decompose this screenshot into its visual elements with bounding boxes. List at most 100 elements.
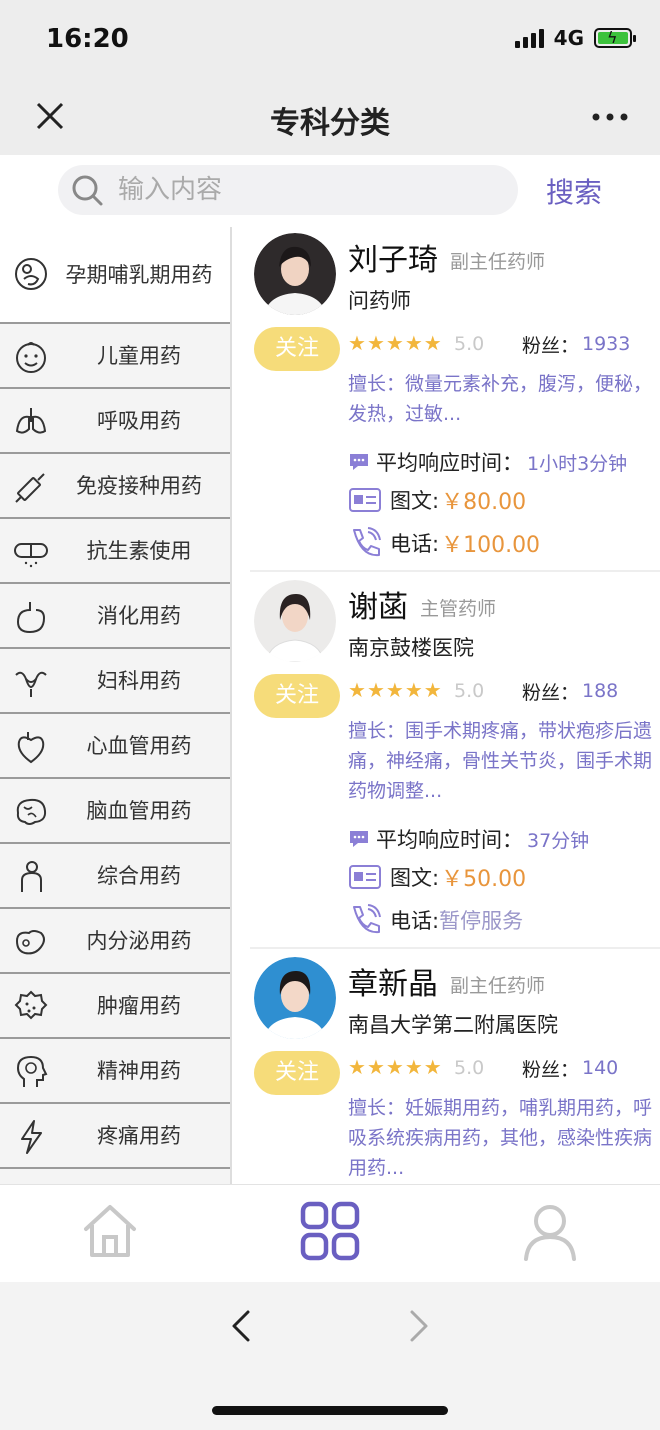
text-consult-row[interactable]: 图文: ￥80.00 (348, 483, 526, 517)
signal-icon (514, 28, 544, 48)
phone-icon (353, 527, 381, 557)
category-label: 儿童用药 (97, 343, 181, 368)
category-item-endocrine[interactable]: 内分泌用药 (0, 909, 230, 974)
id-card-icon (349, 488, 381, 512)
syringe-icon (15, 473, 45, 503)
home-icon[interactable] (78, 1199, 142, 1263)
lightning-icon (21, 1120, 42, 1154)
response-time-value: 1小时3分钟 (527, 452, 628, 475)
profile-icon[interactable] (518, 1199, 582, 1263)
fans-count: 140 (582, 1057, 619, 1079)
more-icon[interactable] (590, 102, 630, 132)
category-label: 孕期哺乳期用药 (65, 262, 213, 287)
response-time-row: 平均响应时间： 1小时3分钟 (348, 445, 627, 479)
follow-button[interactable]: 关注 (254, 1051, 340, 1095)
category-label: 心血管用药 (86, 733, 192, 758)
doctor-list: 刘子琦 副主任药师 问药师 关注 ★ ★ ★ ★ ★ 5.0 粉丝： 1933 擅长：微… (232, 227, 660, 1184)
category-item-general[interactable]: 综合用药 (0, 844, 230, 909)
doctor-specialty: 擅长：围手术期疼痛，带状疱疹后遗痛，神经痛，骨性关节炎，围手术期药物调整... (348, 720, 653, 802)
text-consult-label: 图文: (390, 489, 440, 513)
category-item-psychiatric[interactable]: 精神用药 (0, 1039, 230, 1104)
doctor-name: 刘子琦 (348, 243, 438, 278)
chat-bubble-icon (350, 454, 368, 470)
tab-bar (0, 1184, 660, 1282)
network-type: 4G (553, 26, 584, 50)
category-item-pregnancy[interactable]: 孕期哺乳期用药 (0, 227, 230, 324)
rating-stars: ★ ★ ★ ★ ★ (348, 1055, 442, 1079)
phone-consult-label: 电话: (390, 532, 440, 556)
tumor-cell-icon (14, 990, 48, 1020)
status-indicators: 4G ϟ (514, 26, 636, 50)
category-label: 肿瘤用药 (97, 993, 181, 1018)
text-consult-row[interactable]: 图文: ￥50.00 (348, 860, 526, 894)
search-box[interactable] (58, 165, 518, 215)
response-label: 平均响应时间： (376, 451, 523, 475)
doctor-name: 章新晶 (348, 967, 438, 1002)
rating-value: 5.0 (454, 333, 485, 355)
battery-icon: ϟ (594, 28, 636, 48)
response-time-value: 37分钟 (527, 829, 590, 852)
category-label: 精神用药 (97, 1058, 181, 1083)
search-area: 搜索 (0, 155, 660, 227)
fans-label: 粉丝： (522, 682, 580, 704)
category-label: 免疫接种用药 (76, 473, 202, 498)
category-item-cerebrovascular[interactable]: 脑血管用药 (0, 779, 230, 844)
search-icon (72, 175, 103, 206)
back-arrow-icon[interactable] (226, 1308, 256, 1344)
category-item-cardiovascular[interactable]: 心血管用药 (0, 714, 230, 779)
category-item-children[interactable]: 儿童用药 (0, 324, 230, 389)
category-item-vaccination[interactable]: 免疫接种用药 (0, 454, 230, 519)
category-item-antibiotics[interactable]: 抗生素使用 (0, 519, 230, 584)
text-consult-price: ￥80.00 (441, 490, 527, 515)
text-consult-label: 图文: (390, 866, 440, 890)
pregnancy-icon (15, 258, 47, 290)
category-item-gynecology[interactable]: 妇科用药 (0, 649, 230, 714)
category-label: 呼吸用药 (97, 408, 181, 433)
home-indicator (212, 1406, 448, 1415)
rating-stars: ★ ★ ★ ★ ★ (348, 678, 442, 702)
gland-icon (15, 930, 45, 955)
follow-button[interactable]: 关注 (254, 674, 340, 718)
phone-consult-row[interactable]: 电话: 暂停服务 (348, 903, 523, 937)
category-sidebar: 孕期哺乳期用药 儿童用药 呼吸用药 免疫接种用药 抗生素使用 消化用药 妇科用药… (0, 227, 232, 1184)
category-item-digestive[interactable]: 消化用药 (0, 584, 230, 649)
category-item-respiratory[interactable]: 呼吸用药 (0, 389, 230, 454)
rating-stars: ★ ★ ★ ★ ★ (348, 331, 442, 355)
doctor-card[interactable]: 谢菡 主管药师 南京鼓楼医院 关注 ★ ★ ★ ★ ★ 5.0 粉丝： 188 擅长：围… (250, 574, 660, 949)
text-consult-price: ￥50.00 (441, 867, 527, 892)
forward-arrow-icon[interactable] (404, 1308, 434, 1344)
lungs-icon (15, 408, 47, 434)
doctor-specialty: 擅长：妊娠期用药，哺乳期用药，呼吸系统疾病用药，其他，感染性疾病用药... (348, 1097, 653, 1179)
response-label: 平均响应时间： (376, 828, 523, 852)
nav-bar: 专科分类 (0, 80, 660, 155)
category-label: 疼痛用药 (97, 1123, 181, 1148)
rating-value: 5.0 (454, 680, 485, 702)
grid-icon[interactable] (298, 1199, 362, 1263)
category-label: 妇科用药 (97, 668, 181, 693)
fans-count: 188 (582, 680, 619, 702)
category-label: 内分泌用药 (86, 928, 192, 953)
fans-label: 粉丝： (522, 335, 580, 357)
doctor-title: 主管药师 (420, 598, 497, 620)
doctor-name: 谢菡 (348, 590, 408, 625)
category-item-pain[interactable]: 疼痛用药 (0, 1104, 230, 1169)
doctor-title: 副主任药师 (450, 975, 546, 997)
search-input[interactable] (118, 165, 508, 215)
uterus-icon (15, 671, 47, 697)
divider (250, 570, 660, 572)
phone-consult-row[interactable]: 电话: ￥100.00 (348, 526, 540, 560)
follow-button[interactable]: 关注 (254, 327, 340, 371)
phone-icon (353, 904, 381, 934)
fans-count: 1933 (582, 333, 631, 355)
doctor-avatar (254, 580, 336, 662)
category-label: 脑血管用药 (86, 798, 192, 823)
status-time: 16:20 (46, 24, 129, 54)
search-button[interactable]: 搜索 (546, 171, 602, 211)
rating-value: 5.0 (454, 1057, 485, 1079)
doctor-card[interactable]: 章新晶 副主任药师 南昌大学第二附属医院 关注 ★ ★ ★ ★ ★ 5.0 粉丝： 14… (250, 951, 660, 1184)
chat-bubble-icon (350, 831, 368, 847)
category-item-oncology[interactable]: 肿瘤用药 (0, 974, 230, 1039)
page-title: 专科分类 (270, 106, 390, 141)
doctor-card[interactable]: 刘子琦 副主任药师 问药师 关注 ★ ★ ★ ★ ★ 5.0 粉丝： 1933 擅长：微… (250, 227, 660, 572)
doctor-organization: 南京鼓楼医院 (348, 636, 474, 660)
